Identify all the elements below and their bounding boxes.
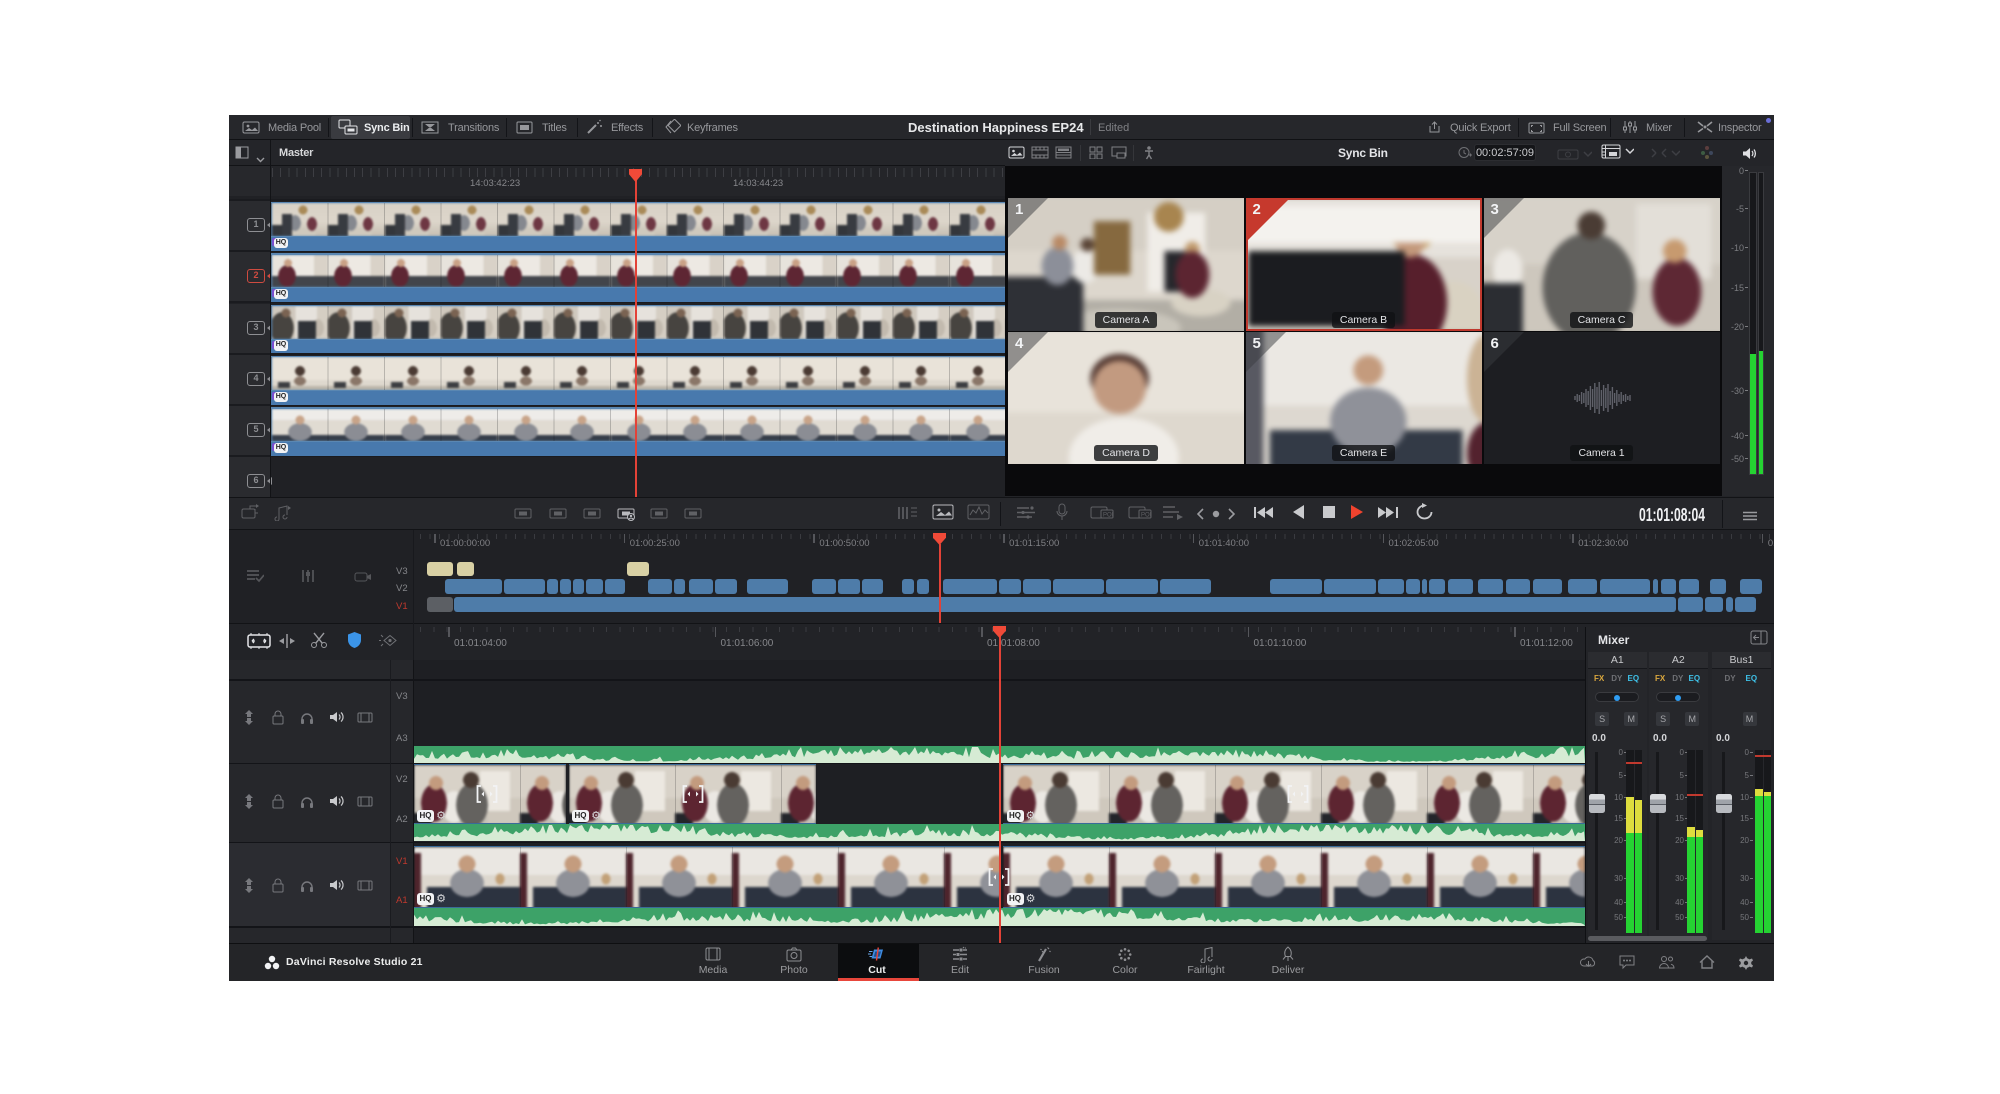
svg-text:POI: POI bbox=[1103, 513, 1114, 519]
svg-text:POI: POI bbox=[1141, 513, 1152, 519]
